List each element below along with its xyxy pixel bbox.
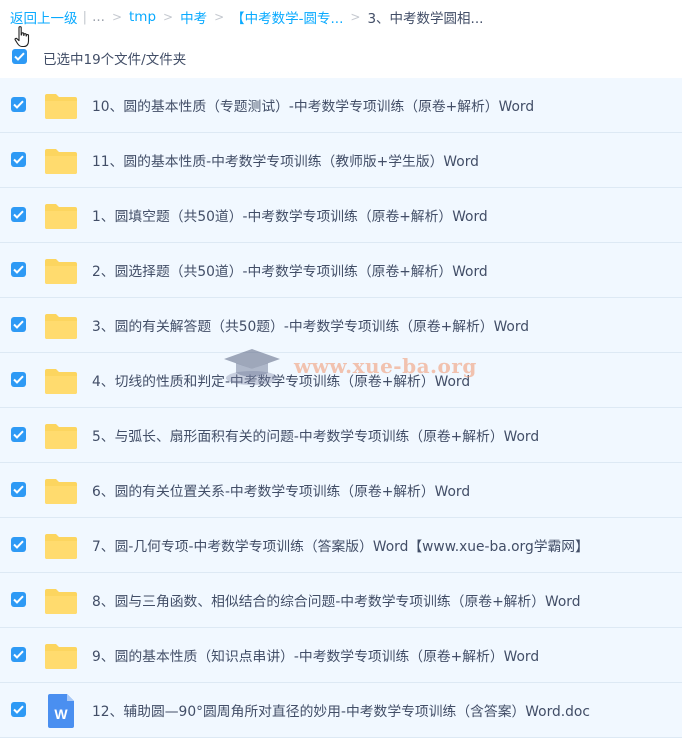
checkmark-icon bbox=[13, 595, 24, 604]
folder-icon bbox=[44, 642, 78, 674]
folder-icon bbox=[44, 477, 78, 509]
checkmark-icon bbox=[13, 320, 24, 329]
folder-icon bbox=[44, 422, 78, 454]
file-row[interactable]: 2、圆选择题（共50道）-中考数学专项训练（原卷+解析）Word bbox=[0, 243, 682, 298]
file-row[interactable]: 1、圆填空题（共50道）-中考数学专项训练（原卷+解析）Word bbox=[0, 188, 682, 243]
select-all-checkbox[interactable] bbox=[12, 49, 27, 64]
hand-cursor-icon bbox=[14, 26, 30, 48]
selection-bar: 已选中19个文件/文件夹 bbox=[0, 40, 682, 74]
row-checkbox[interactable] bbox=[11, 482, 26, 497]
checkmark-icon bbox=[14, 52, 25, 61]
file-row[interactable]: 6、圆的有关位置关系-中考数学专项训练（原卷+解析）Word bbox=[0, 463, 682, 518]
file-row[interactable]: 3、圆的有关解答题（共50题）-中考数学专项训练（原卷+解析）Word bbox=[0, 298, 682, 353]
chevron-right-icon: > bbox=[214, 10, 225, 24]
folder-icon bbox=[44, 587, 78, 619]
file-name[interactable]: 4、切线的性质和判定-中考数学专项训练（原卷+解析）Word bbox=[92, 370, 470, 390]
file-row[interactable]: 11、圆的基本性质-中考数学专项训练（教师版+学生版）Word bbox=[0, 133, 682, 188]
row-checkbox[interactable] bbox=[11, 317, 26, 332]
file-name[interactable]: 9、圆的基本性质（知识点串讲）-中考数学专项训练（原卷+解析）Word bbox=[92, 645, 539, 665]
breadcrumb-item-zhongkao[interactable]: 中考 bbox=[180, 7, 207, 27]
file-row[interactable]: 7、圆-几何专项-中考数学专项训练（答案版）Word【www.xue-ba.or… bbox=[0, 518, 682, 573]
file-name[interactable]: 12、辅助圆—90°圆周角所对直径的妙用-中考数学专项训练（含答案）Word.d… bbox=[92, 700, 590, 720]
file-name[interactable]: 6、圆的有关位置关系-中考数学专项训练（原卷+解析）Word bbox=[92, 480, 470, 500]
row-checkbox[interactable] bbox=[11, 537, 26, 552]
row-checkbox[interactable] bbox=[11, 427, 26, 442]
file-row[interactable]: 4、切线的性质和判定-中考数学专项训练（原卷+解析）Word bbox=[0, 353, 682, 408]
breadcrumb-ellipsis[interactable]: ... bbox=[92, 9, 105, 25]
file-row[interactable]: 8、圆与三角函数、相似结合的综合问题-中考数学专项训练（原卷+解析）Word bbox=[0, 573, 682, 628]
selection-count-label: 已选中19个文件/文件夹 bbox=[43, 52, 187, 68]
file-row[interactable]: W 12、辅助圆—90°圆周角所对直径的妙用-中考数学专项训练（含答案）Word… bbox=[0, 683, 682, 738]
folder-icon bbox=[44, 147, 78, 179]
row-checkbox[interactable] bbox=[11, 702, 26, 717]
row-checkbox[interactable] bbox=[11, 647, 26, 662]
row-checkbox[interactable] bbox=[11, 592, 26, 607]
checkmark-icon bbox=[13, 430, 24, 439]
folder-icon bbox=[44, 312, 78, 344]
checkmark-icon bbox=[13, 155, 24, 164]
chevron-right-icon: > bbox=[163, 10, 174, 24]
folder-icon bbox=[44, 367, 78, 399]
file-name[interactable]: 10、圆的基本性质（专题测试）-中考数学专项训练（原卷+解析）Word bbox=[92, 95, 534, 115]
breadcrumb-current: 3、中考数学圆相... bbox=[367, 11, 484, 27]
row-checkbox[interactable] bbox=[11, 372, 26, 387]
file-name[interactable]: 11、圆的基本性质-中考数学专项训练（教师版+学生版）Word bbox=[92, 150, 479, 170]
row-checkbox[interactable] bbox=[11, 207, 26, 222]
row-checkbox[interactable] bbox=[11, 262, 26, 277]
checkmark-icon bbox=[13, 705, 24, 714]
back-link[interactable]: 返回上一级 bbox=[10, 7, 78, 27]
breadcrumb-divider: | bbox=[82, 9, 88, 25]
checkmark-icon bbox=[13, 375, 24, 384]
file-row[interactable]: 9、圆的基本性质（知识点串讲）-中考数学专项训练（原卷+解析）Word bbox=[0, 628, 682, 683]
file-row[interactable]: 10、圆的基本性质（专题测试）-中考数学专项训练（原卷+解析）Word bbox=[0, 78, 682, 133]
folder-icon bbox=[44, 257, 78, 289]
chevron-right-icon: > bbox=[111, 10, 122, 24]
row-checkbox[interactable] bbox=[11, 152, 26, 167]
checkmark-icon bbox=[13, 265, 24, 274]
breadcrumb: 返回上一级 | ... > tmp > 中考 > 【中考数学-圆专... > 3… bbox=[0, 0, 682, 34]
folder-icon bbox=[44, 92, 78, 124]
breadcrumb-item-circle-topic[interactable]: 【中考数学-圆专... bbox=[231, 7, 343, 27]
checkmark-icon bbox=[13, 540, 24, 549]
checkmark-icon bbox=[13, 100, 24, 109]
folder-icon bbox=[44, 532, 78, 564]
folder-icon bbox=[44, 202, 78, 234]
checkmark-icon bbox=[13, 650, 24, 659]
breadcrumb-item-tmp[interactable]: tmp bbox=[129, 9, 156, 25]
checkmark-icon bbox=[13, 210, 24, 219]
file-name[interactable]: 2、圆选择题（共50道）-中考数学专项训练（原卷+解析）Word bbox=[92, 260, 488, 280]
word-doc-icon: W bbox=[46, 694, 76, 732]
file-row[interactable]: 5、与弧长、扇形面积有关的问题-中考数学专项训练（原卷+解析）Word bbox=[0, 408, 682, 463]
row-checkbox[interactable] bbox=[11, 97, 26, 112]
file-name[interactable]: 1、圆填空题（共50道）-中考数学专项训练（原卷+解析）Word bbox=[92, 205, 488, 225]
file-name[interactable]: 7、圆-几何专项-中考数学专项训练（答案版）Word【www.xue-ba.or… bbox=[92, 535, 589, 555]
checkmark-icon bbox=[13, 485, 24, 494]
chevron-right-icon: > bbox=[350, 10, 361, 24]
file-list: 10、圆的基本性质（专题测试）-中考数学专项训练（原卷+解析）Word 11、圆… bbox=[0, 78, 682, 738]
file-name[interactable]: 8、圆与三角函数、相似结合的综合问题-中考数学专项训练（原卷+解析）Word bbox=[92, 590, 580, 610]
file-name[interactable]: 5、与弧长、扇形面积有关的问题-中考数学专项训练（原卷+解析）Word bbox=[92, 425, 539, 445]
svg-text:W: W bbox=[54, 706, 68, 722]
file-name[interactable]: 3、圆的有关解答题（共50题）-中考数学专项训练（原卷+解析）Word bbox=[92, 315, 529, 335]
